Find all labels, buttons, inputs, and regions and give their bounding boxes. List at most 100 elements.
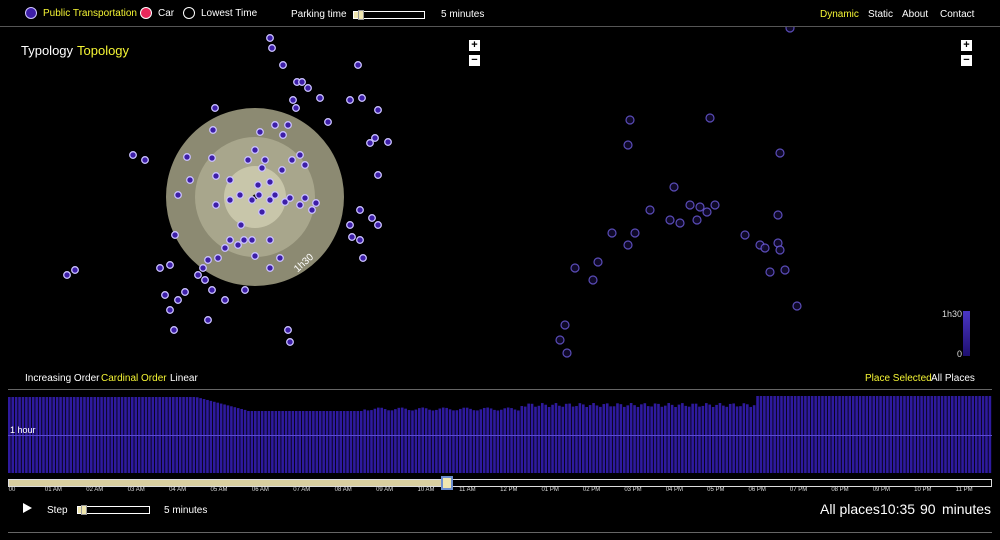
place-point[interactable] (170, 326, 178, 334)
place-point[interactable] (256, 128, 264, 136)
histogram-bar[interactable] (681, 403, 684, 473)
nav-dynamic[interactable]: Dynamic (820, 9, 859, 20)
histogram-bar[interactable] (414, 409, 418, 473)
place-point[interactable] (374, 106, 382, 114)
histogram-bar[interactable] (708, 404, 712, 473)
histogram-bar[interactable] (489, 408, 493, 473)
histogram-bar[interactable] (202, 399, 206, 473)
nav-static[interactable]: Static (868, 9, 893, 20)
histogram-bar[interactable] (616, 403, 619, 473)
histogram-bar[interactable] (735, 406, 739, 473)
place-point[interactable] (623, 240, 633, 250)
histogram-bar[interactable] (523, 406, 527, 473)
histogram-bar[interactable] (394, 409, 397, 473)
place-point[interactable] (251, 252, 259, 260)
histogram-bar[interactable] (301, 411, 305, 473)
place-point[interactable] (226, 196, 234, 204)
histogram-bar[interactable] (250, 411, 254, 473)
place-point[interactable] (261, 156, 269, 164)
histogram-bar[interactable] (267, 411, 271, 473)
histogram-bar[interactable] (325, 411, 329, 473)
nav-contact[interactable]: Contact (940, 9, 974, 20)
histogram-bar[interactable] (336, 411, 339, 473)
place-point[interactable] (792, 301, 802, 311)
place-point[interactable] (301, 161, 309, 169)
place-point[interactable] (630, 228, 640, 238)
place-point[interactable] (312, 199, 320, 207)
place-point[interactable] (588, 275, 598, 285)
place-point[interactable] (186, 176, 194, 184)
filter-all-places[interactable]: All Places (931, 373, 975, 384)
histogram-bar[interactable] (691, 403, 694, 473)
histogram-bar[interactable] (315, 411, 319, 473)
histogram-bar[interactable] (230, 406, 233, 473)
histogram-bar[interactable] (418, 408, 421, 473)
histogram-bar[interactable] (373, 408, 377, 473)
place-point[interactable] (156, 264, 164, 272)
histogram-bar[interactable] (701, 405, 705, 473)
histogram-bar[interactable] (513, 409, 517, 473)
place-point[interactable] (288, 156, 296, 164)
place-point[interactable] (212, 172, 220, 180)
histogram-bar[interactable] (305, 411, 308, 473)
histogram-bar[interactable] (537, 405, 541, 473)
place-point[interactable] (645, 205, 655, 215)
place-point[interactable] (775, 148, 785, 158)
place-point[interactable] (346, 96, 354, 104)
histogram-bar[interactable] (274, 411, 278, 473)
histogram-bar[interactable] (592, 403, 595, 473)
histogram-bar[interactable] (407, 410, 411, 473)
histogram-bar[interactable] (496, 410, 500, 473)
place-point[interactable] (296, 151, 304, 159)
place-point[interactable] (308, 206, 316, 214)
histogram-bar[interactable] (711, 406, 715, 473)
histogram-bar[interactable] (551, 404, 554, 473)
histogram-bar[interactable] (322, 411, 325, 473)
histogram-bar[interactable] (506, 407, 510, 473)
histogram-bar[interactable] (428, 409, 431, 473)
histogram-bar[interactable] (643, 403, 647, 473)
place-point[interactable] (665, 215, 675, 225)
place-point[interactable] (208, 286, 216, 294)
histogram-bar[interactable] (387, 410, 390, 473)
place-point[interactable] (570, 263, 580, 273)
place-point[interactable] (166, 261, 174, 269)
place-point[interactable] (248, 236, 256, 244)
place-point[interactable] (785, 27, 795, 33)
place-point[interactable] (63, 271, 71, 279)
place-point[interactable] (226, 236, 234, 244)
time-slider-handle[interactable] (441, 476, 453, 490)
place-point[interactable] (212, 201, 220, 209)
place-point[interactable] (368, 214, 376, 222)
place-point[interactable] (316, 94, 324, 102)
histogram-bar[interactable] (517, 410, 520, 473)
histogram-bar[interactable] (687, 406, 691, 473)
histogram-bar[interactable] (554, 403, 558, 473)
histogram-bar[interactable] (486, 407, 489, 473)
map-area[interactable]: Typology Topology + − + − 1h30 1h30 0 (0, 27, 1000, 365)
place-point[interactable] (268, 44, 276, 52)
place-point[interactable] (356, 206, 364, 214)
histogram-bar[interactable] (397, 407, 401, 473)
mode-car[interactable]: Car (140, 7, 174, 19)
histogram-bar[interactable] (284, 411, 288, 473)
place-point[interactable] (289, 96, 297, 104)
place-point[interactable] (279, 61, 287, 69)
place-point[interactable] (211, 104, 219, 112)
place-point[interactable] (171, 231, 179, 239)
place-point[interactable] (201, 276, 209, 284)
histogram-bar[interactable] (421, 407, 425, 473)
play-icon[interactable] (23, 503, 32, 513)
histogram-bar[interactable] (739, 406, 742, 473)
histogram-bar[interactable] (752, 405, 756, 473)
order-linear[interactable]: Linear (170, 373, 198, 384)
histogram-bar[interactable] (223, 404, 226, 473)
place-point[interactable] (298, 78, 306, 86)
histogram-bar[interactable] (380, 407, 384, 473)
histogram-bar[interactable] (356, 411, 360, 473)
histogram-bar[interactable] (746, 404, 749, 473)
place-point[interactable] (301, 194, 309, 202)
histogram-bar[interactable] (667, 403, 671, 473)
place-point[interactable] (607, 228, 617, 238)
place-point[interactable] (161, 291, 169, 299)
